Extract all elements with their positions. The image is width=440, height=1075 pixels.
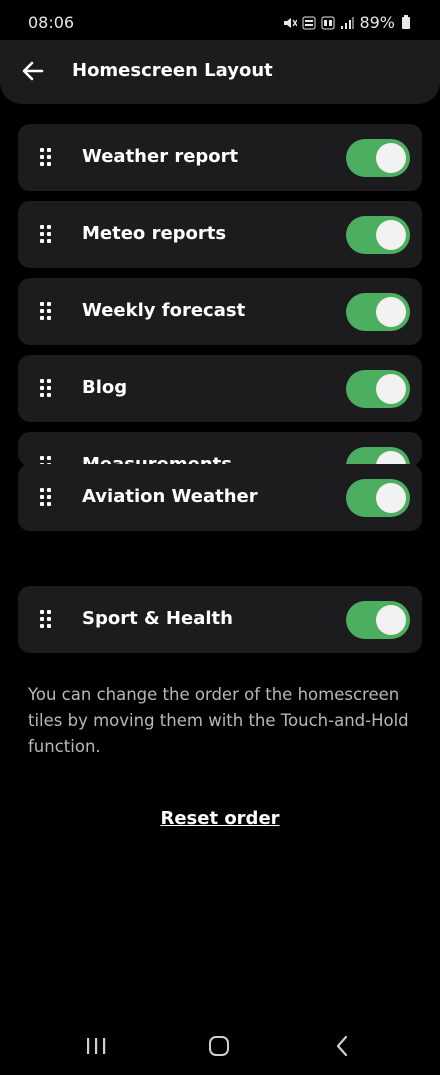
tile-weekly-forecast[interactable]: Weekly forecast [18,278,422,345]
toggle-knob [376,220,406,250]
reset-order-button[interactable]: Reset order [0,808,440,829]
status-icons: 89% [283,13,410,32]
toggle-switch[interactable] [346,370,410,408]
5g-icon [321,16,335,29]
tile-sport-health[interactable]: Sport & Health [18,586,422,653]
volte-icon [302,16,316,29]
tile-measurements[interactable]: Measurements [18,432,422,466]
recent-apps-icon[interactable] [83,1034,111,1058]
drag-handle-icon[interactable] [40,379,52,397]
toggle-knob [376,374,406,404]
drag-handle-icon[interactable] [40,488,52,506]
toggle-switch[interactable] [346,479,410,517]
home-icon[interactable] [205,1034,233,1058]
drag-handle-icon[interactable] [40,610,52,628]
system-nav-bar [0,1020,440,1075]
mute-icon [284,17,298,28]
status-bar: 08:06 89% [0,0,440,44]
tile-label: Sport & Health [82,608,233,629]
toggle-switch[interactable] [346,139,410,177]
tile-label: Weather report [82,146,239,167]
status-time: 08:06 [28,13,75,32]
tile-weather-report[interactable]: Weather report [18,124,422,191]
hint-text: You can change the order of the homescre… [28,685,409,756]
tile-label: Meteo reports [82,223,227,244]
arrow-left-icon[interactable] [20,58,46,84]
signal-icon [341,16,355,29]
tile-meteo-reports[interactable]: Meteo reports [18,201,422,268]
tile-label: Weekly forecast [82,300,246,321]
back-nav-icon[interactable] [329,1034,357,1058]
toggle-knob [376,297,406,327]
app-bar: Homescreen Layout [0,40,440,104]
drag-handle-icon[interactable] [40,225,52,243]
tile-aviation-weather[interactable]: Aviation Weather [18,464,422,531]
tile-blog[interactable]: Blog [18,355,422,422]
toggle-knob [376,605,406,635]
toggle-switch[interactable] [346,601,410,639]
toggle-switch[interactable] [346,216,410,254]
battery-icon [402,14,410,29]
tile-label: Blog [82,377,128,398]
battery-percent: 89% [359,13,395,32]
drag-handle-icon[interactable] [40,148,52,166]
toggle-knob [376,483,406,513]
drag-handle-icon[interactable] [40,302,52,320]
tile-label: Aviation Weather [82,486,258,507]
toggle-switch[interactable] [346,293,410,331]
page-title: Homescreen Layout [72,60,273,81]
toggle-knob [376,143,406,173]
